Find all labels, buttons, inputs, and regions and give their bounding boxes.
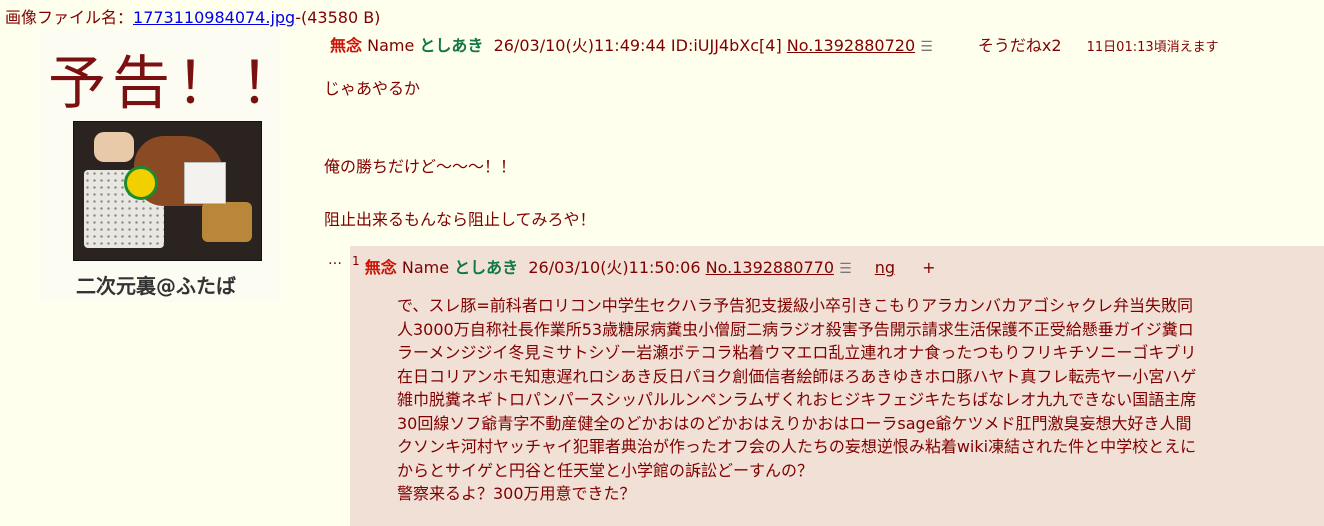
discount-sticker <box>124 166 158 200</box>
reply-post: 1 無念 Name としあき 26/03/10(火)11:50:06 No.13… <box>350 246 1324 526</box>
reply-header: 1 無念 Name としあき 26/03/10(火)11:50:06 No.13… <box>352 254 936 278</box>
reply-body-line: 30回線ソフ爺青字不動産健全のどかおはのどかおはえりかおはローラsage爺ケツメ… <box>397 413 1192 433</box>
chicken <box>94 132 134 162</box>
reply-name-label: Name <box>401 258 450 277</box>
reply-body-line: 在日コリアンホモ知恵遅れロシあき反日パヨク創価信者絵師ほろあきゆきホロ豚ハヤト真… <box>397 366 1197 386</box>
reply-name: としあき <box>454 258 519 277</box>
reply-body-line: 雑巾脱糞ネギトロパンパースシッパルルンペンラムザくれおヒジキフェジキたちばなレオ… <box>397 390 1197 409</box>
list-menu-icon[interactable]: ☰ <box>839 261 852 277</box>
price-label <box>184 162 226 204</box>
file-info: 画像ファイル名：1773110984074.jpg-(43580 B) <box>5 4 380 28</box>
plus-button[interactable]: + <box>922 258 935 277</box>
post-body-line: 俺の勝ちだけど〜〜〜！！ <box>324 157 517 176</box>
post-id: ID:iUJJ4bXc[4] <box>670 36 782 55</box>
post-expiry: 11日01:13頃消えます <box>1086 40 1219 55</box>
reply-subject: 無念 <box>364 258 397 277</box>
reply-serial: 1 <box>352 254 360 268</box>
post-subject: 無念 <box>330 36 363 55</box>
reply-datetime: 26/03/10(火)11:50:06 <box>528 258 701 277</box>
reply-body-line: 警察来るよ？300万用意できた？ <box>397 484 636 503</box>
post-number[interactable]: No.1392880720 <box>787 36 915 55</box>
thumbnail-title: 予告！！ <box>48 49 280 117</box>
reply-dots: … <box>328 252 342 268</box>
reply-number[interactable]: No.1392880770 <box>706 258 834 277</box>
sodane-button[interactable]: そうだねx2 <box>978 36 1062 55</box>
bento-photo <box>73 121 262 261</box>
reply-body-line: ラーメンジジイ冬見ミサトシゾー岩瀬ボテコラ粘着ウマエロ乱立連れオナ食ったつもりフ… <box>397 343 1197 362</box>
post-datetime: 26/03/10(火)11:49:44 <box>493 36 666 55</box>
pickle <box>202 202 252 242</box>
thumbnail-caption: 二次元裏@ふたば <box>76 274 236 298</box>
reply-body-line: からとサイゲと円谷と任天堂と小学館の訴訟どーすんの？ <box>397 460 814 480</box>
thumbnail-image[interactable]: 予告！！ 二次元裏@ふたば <box>40 30 280 302</box>
ng-button[interactable]: ng <box>875 258 895 277</box>
list-menu-icon[interactable]: ☰ <box>920 39 933 55</box>
post-header: 無念 Name としあき 26/03/10(火)11:49:44 ID:iUJJ… <box>330 32 1219 56</box>
reply-body-line: クソンキ河村ヤッチャイ犯罪者典治が作ったオフ会の人たちの妄想逆恨み粘着wiki凍… <box>397 437 1197 456</box>
reply-body-line: で、スレ豚=前科者ロリコン中学生セクハラ予告犯支援級小卒引きこもりアラカンバカア… <box>397 296 1193 315</box>
file-label: 画像ファイル名： <box>5 8 134 27</box>
post-body-line: じゃあやるか <box>324 79 421 98</box>
post-name-label: Name <box>367 36 415 55</box>
reply-body-line: 人3000万自称社長作業所53歳糖尿病糞虫小僧厨二病ラジオ殺害予告開示請求生活保… <box>397 319 1194 339</box>
reply-body: で、スレ豚=前科者ロリコン中学生セクハラ予告犯支援級小卒引きこもりアラカンバカア… <box>397 294 1297 506</box>
file-link[interactable]: 1773110984074.jpg <box>133 8 295 27</box>
post-name: としあき <box>419 36 484 55</box>
post-body-line: 阻止出来るもんなら阻止してみろや！ <box>324 210 596 229</box>
file-size: -(43580 B) <box>295 8 381 27</box>
